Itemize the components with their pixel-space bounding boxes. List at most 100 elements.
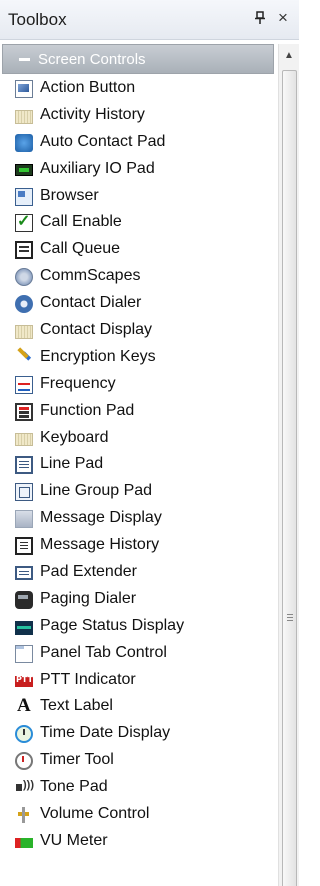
grip-icon <box>287 614 293 623</box>
browser-icon <box>15 187 33 206</box>
contact-display-icon <box>15 325 33 340</box>
toolbox-item-message-history[interactable]: Message History <box>0 533 278 560</box>
toolbox-item-encryption-keys[interactable]: Encryption Keys <box>0 345 278 372</box>
pin-icon[interactable] <box>252 11 268 27</box>
toolbox-item-label: Auto Contact Pad <box>40 132 166 150</box>
message-history-icon <box>15 537 33 556</box>
toolbox-item-label: Contact Display <box>40 321 153 339</box>
vertical-scrollbar[interactable]: ▲ <box>278 44 299 886</box>
toolbox-item-label: CommScapes <box>40 267 141 285</box>
toolbox-item-label: Page Status Display <box>40 616 185 634</box>
line-group-pad-icon <box>15 483 33 502</box>
toolbox-title: Toolbox <box>8 10 67 29</box>
toolbox-item-pad-extender[interactable]: Pad Extender <box>0 560 278 587</box>
group-header-screen-controls[interactable]: Screen Controls <box>2 44 274 74</box>
keyboard-icon <box>15 432 33 446</box>
timer-icon <box>15 752 33 771</box>
toolbox-item-label: Activity History <box>40 105 145 123</box>
gear-icon <box>15 295 33 314</box>
toolbox-item-label: Auxiliary IO Pad <box>40 159 155 177</box>
volume-slider-icon <box>15 806 33 824</box>
toolbox-item-label: Panel Tab Control <box>40 643 167 661</box>
toolbox-item-tone-pad[interactable]: Tone Pad <box>0 775 278 802</box>
text-label-icon <box>15 695 33 717</box>
message-display-icon <box>15 510 33 529</box>
group-label: Screen Controls <box>38 51 146 68</box>
toolbox-item-label: PTT Indicator <box>40 670 136 688</box>
toolbox-item-line-pad[interactable]: Line Pad <box>0 452 278 479</box>
line-pad-icon <box>15 456 33 475</box>
frequency-icon <box>15 375 33 394</box>
toolbox-item-label: Call Enable <box>40 213 122 231</box>
toolbox-item-function-pad[interactable]: Function Pad <box>0 399 278 426</box>
toolbox-item-call-queue[interactable]: Call Queue <box>0 237 278 264</box>
paging-dialer-icon <box>15 590 33 609</box>
toolbox-item-activity-history[interactable]: Activity History <box>0 103 278 130</box>
auxiliary-io-pad-icon <box>15 163 33 176</box>
toolbox-item-contact-dialer[interactable]: Contact Dialer <box>0 291 278 318</box>
toolbox-titlebar: Toolbox × <box>0 0 299 40</box>
scroll-thumb[interactable] <box>282 70 297 886</box>
toolbox-item-vu-meter[interactable]: VU Meter <box>0 829 278 856</box>
call-queue-icon <box>15 241 33 260</box>
toolbox-window: Toolbox × Screen Controls Action Button … <box>0 0 299 886</box>
toolbox-item-label: Time Date Display <box>40 724 171 742</box>
page-status-display-icon <box>15 620 33 635</box>
toolbox-item-commscapes[interactable]: CommScapes <box>0 264 278 291</box>
toolbox-item-message-display[interactable]: Message Display <box>0 506 278 533</box>
clock-icon <box>15 725 33 744</box>
toolbox-item-text-label[interactable]: Text Label <box>0 694 278 721</box>
vu-meter-icon <box>15 837 33 848</box>
auto-contact-pad-icon <box>15 133 33 152</box>
toolbox-item-label: Pad Extender <box>40 563 137 581</box>
toolbox-item-time-date-display[interactable]: Time Date Display <box>0 721 278 748</box>
panel-tab-control-icon <box>15 644 33 663</box>
ptt-indicator-icon <box>15 675 33 687</box>
toolbox-item-panel-tab-control[interactable]: Panel Tab Control <box>0 641 278 668</box>
toolbox-item-auxiliary-io-pad[interactable]: Auxiliary IO Pad <box>0 157 278 184</box>
toolbox-item-label: Message History <box>40 536 160 554</box>
toolbox-item-label: Message Display <box>40 509 162 527</box>
toolbox-item-label: Timer Tool <box>40 751 114 769</box>
toolbox-item-label: Text Label <box>40 697 113 715</box>
toolbox-item-label: Line Pad <box>40 455 104 473</box>
toolbox-item-label: Contact Dialer <box>40 294 142 312</box>
close-icon[interactable]: × <box>274 9 292 27</box>
toolbox-item-volume-control[interactable]: Volume Control <box>0 802 278 829</box>
toolbox-item-keyboard[interactable]: Keyboard <box>0 426 278 453</box>
toolbox-item-browser[interactable]: Browser <box>0 184 278 211</box>
speaker-icon <box>15 779 34 797</box>
toolbox-item-action-button[interactable]: Action Button <box>0 76 278 103</box>
scroll-up-arrow-icon[interactable]: ▲ <box>281 46 297 66</box>
collapse-icon[interactable] <box>19 58 30 61</box>
toolbox-item-label: Volume Control <box>40 805 150 823</box>
toolbox-item-ptt-indicator[interactable]: PTT Indicator <box>0 668 278 695</box>
toolbox-item-list: Action Button Activity History Auto Cont… <box>0 76 278 856</box>
keys-icon <box>15 349 33 367</box>
action-button-icon <box>15 80 33 98</box>
toolbox-item-label: Keyboard <box>40 428 109 446</box>
toolbox-item-call-enable[interactable]: Call Enable <box>0 210 278 237</box>
toolbox-item-label: Paging Dialer <box>40 589 137 607</box>
toolbox-item-label: Frequency <box>40 374 116 392</box>
toolbox-item-label: Action Button <box>40 79 136 96</box>
toolbox-item-timer-tool[interactable]: Timer Tool <box>0 748 278 775</box>
toolbox-item-contact-display[interactable]: Contact Display <box>0 318 278 345</box>
commscapes-icon <box>15 268 33 287</box>
activity-history-icon <box>15 109 33 124</box>
pad-extender-icon <box>15 566 33 581</box>
toolbox-item-paging-dialer[interactable]: Paging Dialer <box>0 587 278 614</box>
toolbox-item-label: VU Meter <box>40 831 108 849</box>
toolbox-item-frequency[interactable]: Frequency <box>0 372 278 399</box>
toolbox-item-label: Tone Pad <box>40 778 108 796</box>
toolbox-item-page-status-display[interactable]: Page Status Display <box>0 614 278 641</box>
toolbox-item-label: Call Queue <box>40 240 121 258</box>
function-pad-icon <box>15 402 33 421</box>
toolbox-item-line-group-pad[interactable]: Line Group Pad <box>0 479 278 506</box>
toolbox-item-auto-contact-pad[interactable]: Auto Contact Pad <box>0 130 278 157</box>
toolbox-item-label: Line Group Pad <box>40 482 153 500</box>
toolbox-item-label: Browser <box>40 186 99 204</box>
pin-icon-glyph <box>255 11 265 24</box>
toolbox-item-label: Function Pad <box>40 401 135 419</box>
toolbox-item-label: Encryption Keys <box>40 347 156 365</box>
